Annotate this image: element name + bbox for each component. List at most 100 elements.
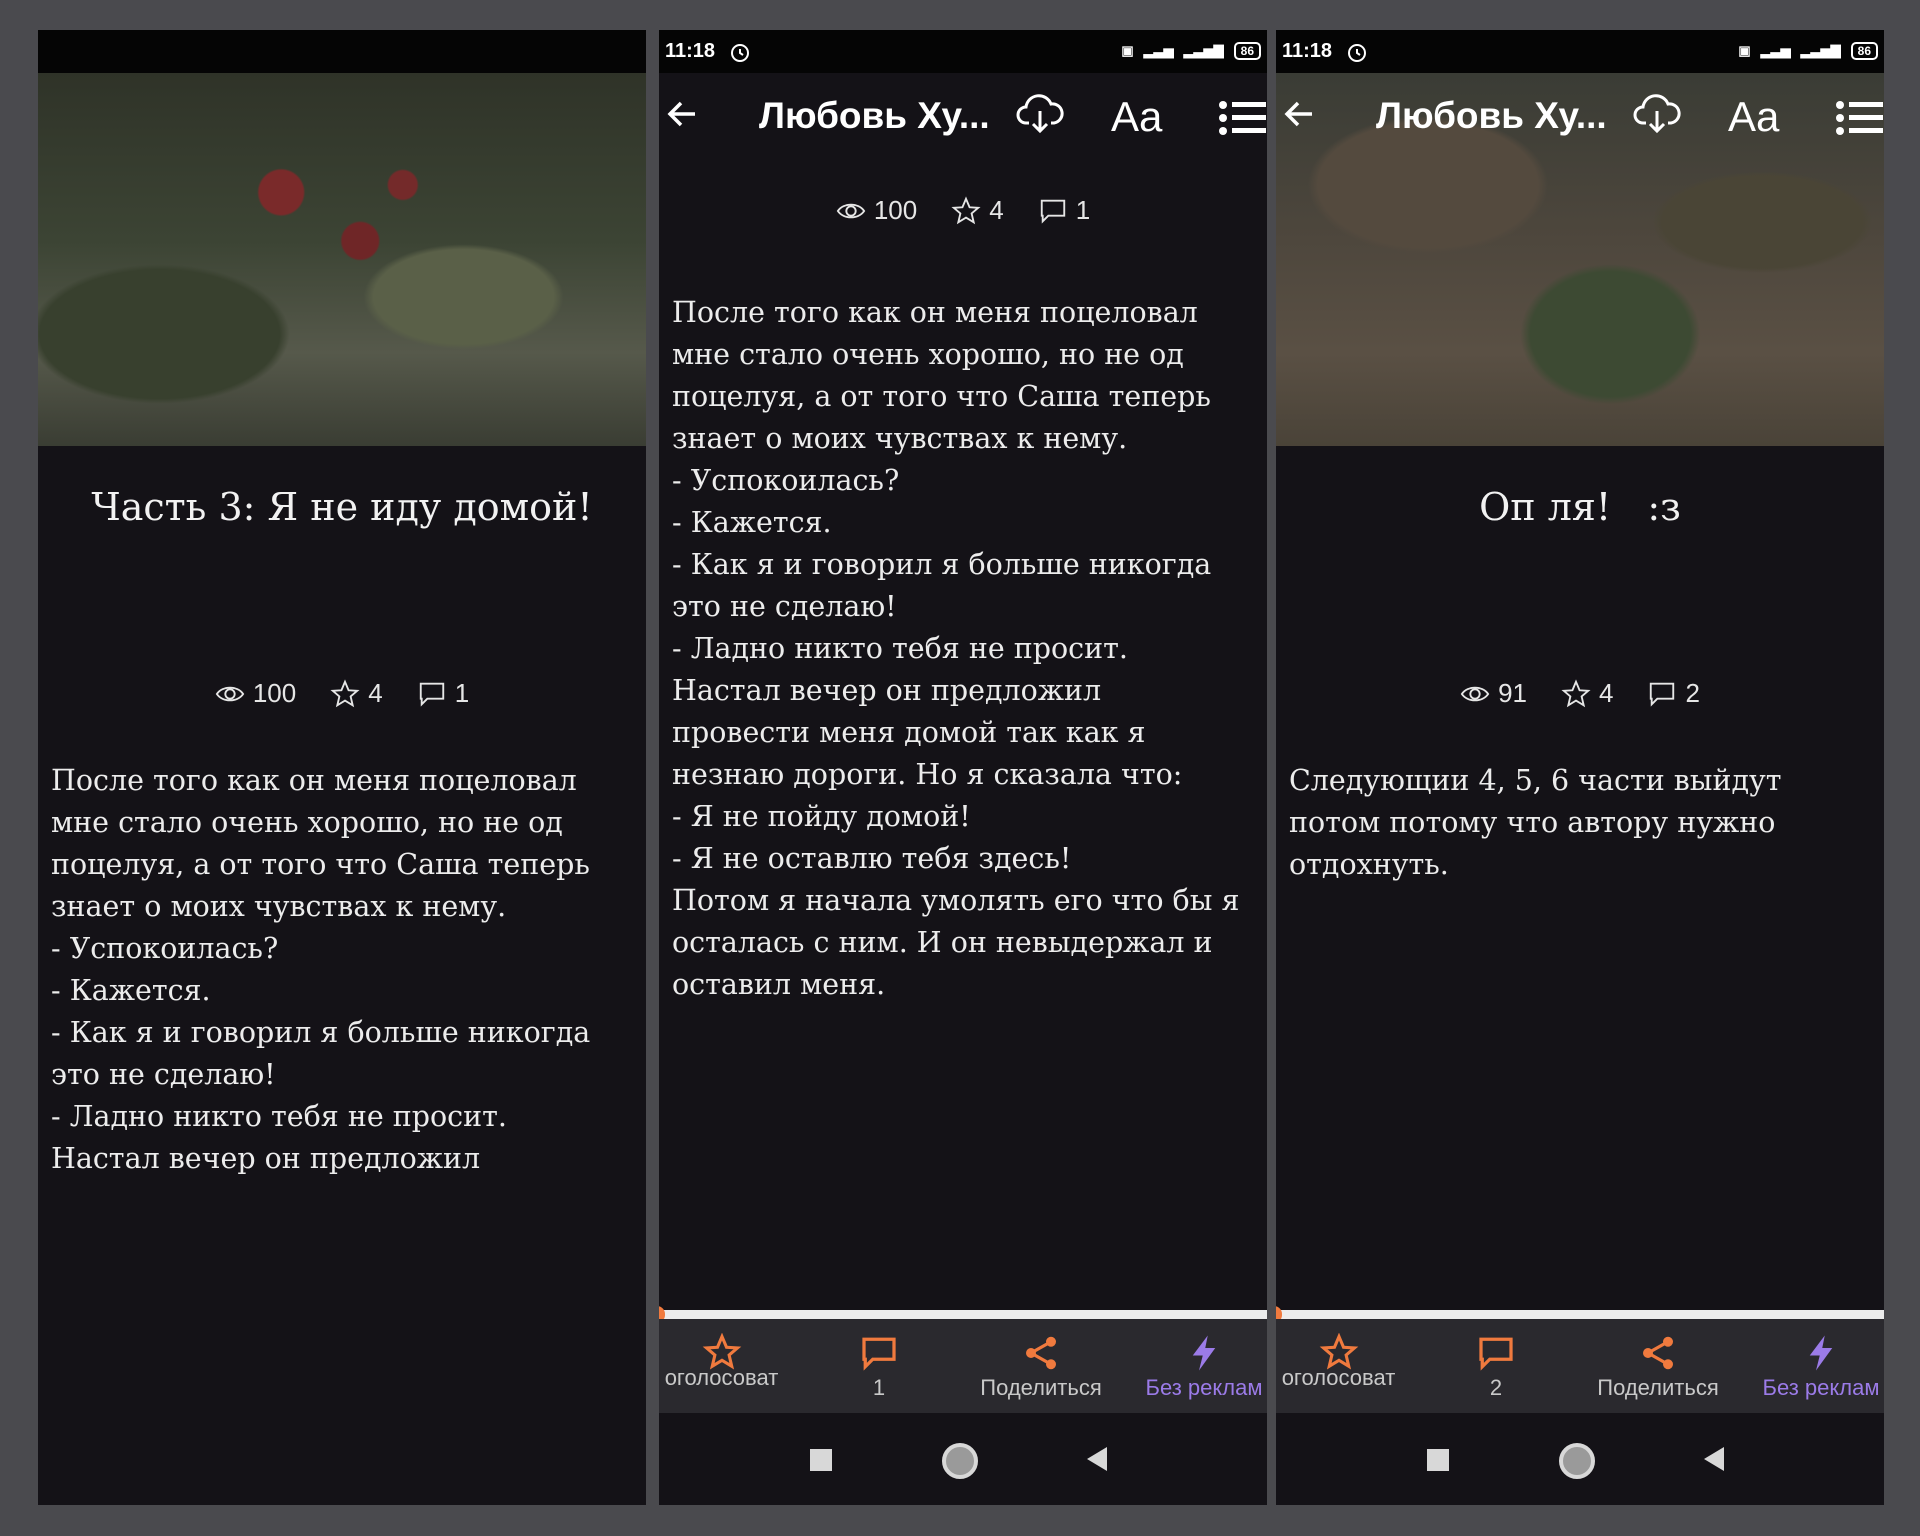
votes-stat: 4	[951, 195, 1004, 226]
comments-button[interactable]: 2	[1466, 1333, 1526, 1401]
comments-label: 1	[872, 1375, 886, 1400]
views-count: 91	[1498, 678, 1527, 708]
no-ads-label: Без реклам	[1145, 1375, 1263, 1400]
reader-bottom-bar: оголосоват 2 Поделиться Без реклам	[1276, 1319, 1884, 1413]
chapter-text: После того как он меня поцеловал мне ста…	[672, 296, 1240, 1001]
chapter-stats: 100 4 1	[659, 195, 1267, 226]
book-title[interactable]: Любовь Ху...	[1376, 95, 1607, 137]
comments-count: 2	[1685, 678, 1700, 708]
home-button[interactable]	[942, 1443, 978, 1479]
comment-icon	[1650, 682, 1675, 707]
share-label: Поделиться	[980, 1375, 1102, 1400]
status-time: 11:18	[665, 40, 716, 62]
signal-4g-icon: ▂▃▅	[1760, 43, 1791, 58]
panel-reader: 11:18 ▣ ▂▃▅ ▂▃▅▇ 86 Любовь Ху... Aa 100 …	[659, 30, 1267, 1505]
vote-button[interactable]: оголосоват	[1276, 1333, 1401, 1391]
share-icon	[1643, 1336, 1673, 1370]
share-button[interactable]: Поделиться	[1588, 1333, 1728, 1401]
android-nav-bar	[659, 1413, 1267, 1505]
status-time: 11:18	[1282, 40, 1333, 62]
eye-icon	[1460, 686, 1490, 701]
vote-button[interactable]: оголосоват	[659, 1333, 784, 1391]
status-bar	[38, 30, 646, 73]
chapter-stats: 91 4 2	[1276, 678, 1884, 709]
comments-button[interactable]: 1	[849, 1333, 909, 1401]
votes-count: 4	[368, 678, 383, 708]
comment-icon	[862, 1337, 896, 1371]
chapter-title: Часть 3: Я не иду домой!	[91, 485, 593, 529]
comments-count: 1	[454, 678, 470, 708]
chapter-text: Следующии 4, 5, 6 части выйдут потом пот…	[1289, 764, 1782, 881]
reader-app-bar: Любовь Ху... Aa	[659, 73, 1267, 159]
views-stat: 100	[215, 678, 296, 709]
no-ads-label: Без реклам	[1762, 1375, 1880, 1400]
signal-icon: ▂▃▅▇	[1183, 43, 1224, 58]
votes-stat: 4	[330, 678, 383, 709]
eye-icon	[215, 686, 245, 701]
no-ads-button[interactable]: Без реклам	[1141, 1333, 1267, 1401]
star-icon	[951, 195, 981, 224]
share-button[interactable]: Поделиться	[971, 1333, 1111, 1401]
chapter-text: После того как он меня поцеловал мне ста…	[51, 764, 591, 1175]
votes-stat: 4	[1561, 678, 1613, 709]
comments-stat: 2	[1647, 678, 1700, 709]
star-icon	[1561, 678, 1591, 707]
comment-icon	[419, 682, 444, 707]
menu-list-icon[interactable]	[1835, 99, 1883, 137]
votes-count: 4	[1598, 678, 1614, 708]
panel-chapter-cover: Часть 3: Я не иду домой! 100 4 1 После т…	[38, 30, 646, 1505]
chapter-title: Оп ля! :з	[1479, 485, 1681, 529]
reading-progress-bar[interactable]	[659, 1306, 1267, 1323]
battery-icon: 86	[1233, 42, 1261, 60]
reader-bottom-bar: оголосоват 1 Поделиться Без реклам	[659, 1319, 1267, 1413]
volte-icon: ▣	[1738, 43, 1751, 58]
comments-label: 2	[1489, 1375, 1503, 1400]
panel-reader-next: 11:18 ▣ ▂▃▅ ▂▃▅▇ 86 Любовь Ху... Aa Оп л…	[1276, 30, 1884, 1505]
signal-icon: ▂▃▅▇	[1800, 43, 1841, 58]
votes-count: 4	[989, 195, 1004, 225]
status-bar: 11:18 ▣ ▂▃▅ ▂▃▅▇ 86	[659, 30, 1267, 73]
comments-count: 1	[1075, 195, 1091, 225]
lightning-icon	[1192, 1335, 1216, 1371]
reader-app-bar: Любовь Ху... Aa	[1276, 73, 1884, 159]
comments-stat: 1	[417, 678, 469, 709]
views-count: 100	[252, 678, 297, 708]
share-icon	[1026, 1336, 1056, 1370]
back-arrow-icon[interactable]	[1282, 97, 1316, 131]
book-title[interactable]: Любовь Ху...	[759, 95, 990, 137]
share-label: Поделиться	[1597, 1375, 1719, 1400]
volte-icon: ▣	[1121, 43, 1134, 58]
views-stat: 100	[836, 195, 917, 226]
alarm-icon	[1348, 44, 1366, 62]
reading-progress-bar[interactable]	[1276, 1306, 1884, 1323]
battery-icon: 86	[1850, 42, 1878, 60]
font-settings-button[interactable]: Aa	[1111, 93, 1162, 141]
alarm-icon	[731, 44, 749, 62]
system-icons: ▣ ▂▃▅ ▂▃▅▇ 86	[1738, 42, 1878, 60]
download-cloud-icon[interactable]	[1016, 93, 1064, 137]
back-arrow-icon[interactable]	[665, 97, 699, 131]
nav-back-button[interactable]	[1087, 1447, 1107, 1471]
eye-icon	[836, 203, 866, 218]
comments-stat: 1	[1038, 195, 1090, 226]
nav-back-button[interactable]	[1704, 1447, 1724, 1471]
vote-label: оголосоват	[664, 1365, 779, 1390]
font-settings-button[interactable]: Aa	[1728, 93, 1779, 141]
views-count: 100	[873, 195, 918, 225]
cover-image	[38, 73, 646, 446]
star-icon	[330, 678, 360, 707]
home-button[interactable]	[1559, 1443, 1595, 1479]
system-icons: ▣ ▂▃▅ ▂▃▅▇ 86	[1121, 42, 1261, 60]
status-bar: 11:18 ▣ ▂▃▅ ▂▃▅▇ 86	[1276, 30, 1884, 73]
menu-list-icon[interactable]	[1218, 99, 1266, 137]
vote-label: оголосоват	[1281, 1365, 1396, 1390]
lightning-icon	[1809, 1335, 1833, 1371]
download-cloud-icon[interactable]	[1633, 93, 1681, 137]
recents-button[interactable]	[1427, 1449, 1449, 1471]
signal-4g-icon: ▂▃▅	[1143, 43, 1174, 58]
recents-button[interactable]	[810, 1449, 832, 1471]
views-stat: 91	[1460, 678, 1527, 709]
comment-icon	[1479, 1337, 1513, 1371]
chapter-stats: 100 4 1	[38, 678, 646, 709]
no-ads-button[interactable]: Без реклам	[1758, 1333, 1884, 1401]
